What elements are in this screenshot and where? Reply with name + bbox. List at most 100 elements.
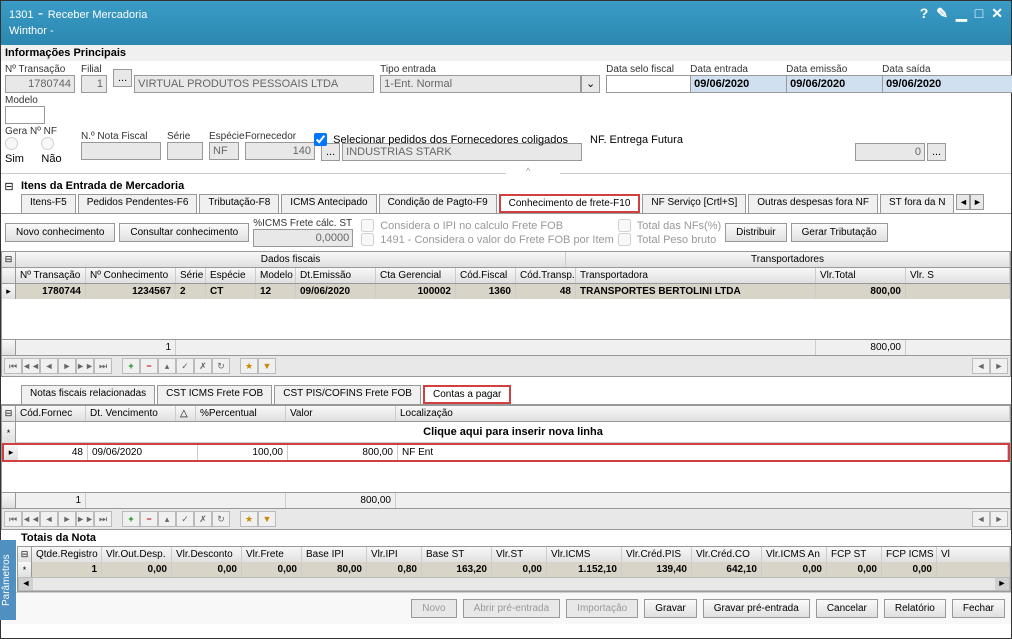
serie-input[interactable]	[167, 142, 203, 160]
col-modelo[interactable]: Modelo	[256, 268, 296, 283]
col-cod-transp[interactable]: Cód.Transp.	[516, 268, 576, 283]
tipo-entrada-select[interactable]	[380, 75, 581, 93]
close-icon[interactable]: ✕	[991, 5, 1003, 22]
col-sort[interactable]: △	[176, 406, 196, 421]
nav-check[interactable]: ✓	[176, 358, 194, 374]
subtab-contas-pagar[interactable]: Contas a pagar	[423, 385, 511, 404]
nav2-next-page[interactable]: ►►	[76, 511, 94, 527]
nav-last[interactable]: ⏭	[94, 358, 112, 374]
totals-corner[interactable]: ⊟	[18, 547, 32, 562]
novo-conhecimento-button[interactable]: Novo conhecimento	[5, 223, 115, 242]
col-percentual[interactable]: %Percentual	[196, 406, 286, 421]
gravar-button[interactable]: Gravar	[644, 599, 697, 618]
col-valor[interactable]: Valor	[286, 406, 396, 421]
selecionar-pedidos-checkbox[interactable]	[314, 133, 327, 146]
col-cod-fiscal[interactable]: Cód.Fiscal	[456, 268, 516, 283]
col-especie[interactable]: Espécie	[206, 268, 256, 283]
relatorio-button[interactable]: Relatório	[884, 599, 946, 618]
nav2-filter[interactable]: ▼	[258, 511, 276, 527]
data-saida-input[interactable]	[882, 75, 1012, 93]
nav-delete[interactable]: −	[140, 358, 158, 374]
valor-lookup-button[interactable]: ...	[927, 143, 946, 161]
icms-frete-input[interactable]	[253, 229, 353, 247]
nav2-first[interactable]: ⏮	[4, 511, 22, 527]
tab-condicao[interactable]: Condição de Pagto-F9	[379, 194, 497, 213]
tab-outras[interactable]: Outras despesas fora NF	[748, 194, 878, 213]
gera-nf-sim[interactable]	[5, 137, 18, 150]
gerar-tributacao-button[interactable]: Gerar Tributação	[791, 223, 888, 242]
nav-add[interactable]: +	[122, 358, 140, 374]
col-transportadora[interactable]: Transportadora	[576, 268, 816, 283]
minimize-icon[interactable]: ▁	[956, 5, 967, 22]
col-dt-venc[interactable]: Dt. Vencimento	[86, 406, 176, 421]
col-cod-fornec[interactable]: Cód.Fornec	[16, 406, 86, 421]
fechar-button[interactable]: Fechar	[952, 599, 1005, 618]
col-num-transacao[interactable]: Nº Transação	[16, 268, 86, 283]
scroll-left[interactable]: ◄	[972, 358, 990, 374]
nav-cancel[interactable]: ✗	[194, 358, 212, 374]
maximize-icon[interactable]: □	[975, 5, 983, 22]
nav-prev-page[interactable]: ◄◄	[22, 358, 40, 374]
tab-st[interactable]: ST fora da N	[880, 194, 955, 213]
modelo-input[interactable]	[5, 106, 45, 124]
nav2-next[interactable]: ►	[58, 511, 76, 527]
grid1-corner[interactable]: ⊟	[2, 252, 16, 267]
nav2-add[interactable]: +	[122, 511, 140, 527]
subtab-cst-pis[interactable]: CST PIS/COFINS Frete FOB	[274, 385, 421, 404]
cancelar-button[interactable]: Cancelar	[816, 599, 878, 618]
nav2-refresh[interactable]: ↻	[212, 511, 230, 527]
tab-nf-servico[interactable]: NF Serviço [Crtl+S]	[642, 194, 746, 213]
col-cta-gerencial[interactable]: Cta Gerencial	[376, 268, 456, 283]
tab-conhecimento-frete[interactable]: Conhecimento de frete-F10	[499, 194, 641, 213]
col-vlr-s[interactable]: Vlr. S	[906, 268, 1010, 283]
nav2-last[interactable]: ⏭	[94, 511, 112, 527]
num-nota-input[interactable]	[81, 142, 161, 160]
filial-lookup-button[interactable]: ...	[113, 69, 132, 87]
grid1-row[interactable]: ▸ 1780744 1234567 2 CT 12 09/06/2020 100…	[2, 284, 1010, 299]
subtab-cst-icms[interactable]: CST ICMS Frete FOB	[157, 385, 272, 404]
nav-filter[interactable]: ▼	[258, 358, 276, 374]
col-num-conhec[interactable]: Nº Conhecimento	[86, 268, 176, 283]
totals-row[interactable]: * 1 0,00 0,00 0,00 80,00 0,80 163,20 0,0…	[18, 562, 1010, 577]
help-icon[interactable]: ?	[920, 5, 929, 22]
collapse-icon[interactable]: ⊟	[1, 180, 17, 193]
gera-nf-nao[interactable]	[41, 137, 54, 150]
col-dt-emissao[interactable]: Dt.Emissão	[296, 268, 376, 283]
grid2-corner[interactable]: ⊟	[2, 406, 16, 421]
chk-total-peso[interactable]	[618, 233, 631, 246]
nav2-edit[interactable]: ▴	[158, 511, 176, 527]
especie-input[interactable]	[209, 142, 239, 160]
tab-nav-right[interactable]: ►	[970, 194, 984, 210]
chk-total-nf[interactable]	[618, 219, 631, 232]
grid2-row[interactable]: ▸ 48 09/06/2020 100,00 800,00 NF Ent	[2, 443, 1010, 462]
insert-hint[interactable]: Clique aqui para inserir nova linha	[16, 422, 1010, 443]
nav-refresh[interactable]: ↻	[212, 358, 230, 374]
scroll2-left[interactable]: ◄	[972, 511, 990, 527]
nav2-prev-page[interactable]: ◄◄	[22, 511, 40, 527]
chk-ipi[interactable]	[361, 219, 374, 232]
fornecedor-cod-input[interactable]	[245, 142, 315, 160]
nav-prev[interactable]: ◄	[40, 358, 58, 374]
chk-1491[interactable]	[361, 233, 374, 246]
nav2-check[interactable]: ✓	[176, 511, 194, 527]
tab-icms[interactable]: ICMS Antecipado	[281, 194, 376, 213]
subtab-notas[interactable]: Notas fiscais relacionadas	[21, 385, 155, 404]
col-localizacao[interactable]: Localização	[396, 406, 1010, 421]
nav-first[interactable]: ⏮	[4, 358, 22, 374]
scroll-right[interactable]: ►	[990, 358, 1008, 374]
tab-nav-left[interactable]: ◄	[956, 194, 970, 210]
nav2-bookmark[interactable]: ★	[240, 511, 258, 527]
tab-itens[interactable]: Itens-F5	[21, 194, 76, 213]
col-vlr-total[interactable]: Vlr.Total	[816, 268, 906, 283]
distribuir-button[interactable]: Distribuir	[725, 223, 786, 242]
scroll2-right[interactable]: ►	[990, 511, 1008, 527]
nav2-delete[interactable]: −	[140, 511, 158, 527]
gravar-pre-entrada-button[interactable]: Gravar pré-entrada	[703, 599, 810, 618]
sidebar-parametros[interactable]: Parâmetros	[0, 540, 16, 620]
consultar-conhecimento-button[interactable]: Consultar conhecimento	[119, 223, 249, 242]
col-serie[interactable]: Série	[176, 268, 206, 283]
tipo-entrada-dropdown[interactable]: ⌄	[581, 75, 600, 93]
tab-pedidos[interactable]: Pedidos Pendentes-F6	[78, 194, 198, 213]
nav-bookmark[interactable]: ★	[240, 358, 258, 374]
filial-input[interactable]	[81, 75, 107, 93]
